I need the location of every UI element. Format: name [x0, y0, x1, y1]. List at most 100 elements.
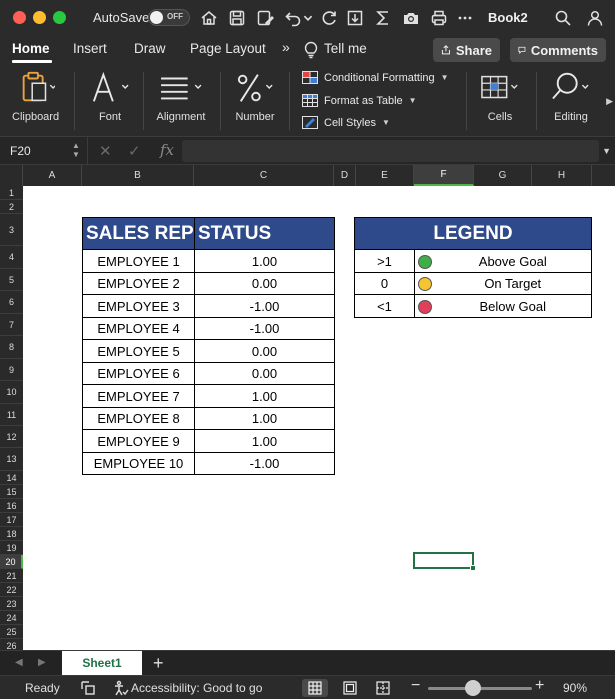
page-break-view-button[interactable] [370, 679, 396, 697]
row-header-14[interactable]: 14 [0, 471, 23, 485]
fill-icon[interactable] [344, 7, 366, 29]
accessibility-icon[interactable] [113, 680, 129, 696]
row-header-25[interactable]: 25 [0, 625, 23, 639]
legend-symbol-cell[interactable]: <1 [354, 294, 415, 318]
status-cell[interactable]: 0.00 [194, 339, 335, 363]
row-header-19[interactable]: 19 [0, 541, 23, 555]
tab-page-layout[interactable]: Page Layout [190, 41, 266, 56]
sales-rep-cell[interactable]: EMPLOYEE 4 [82, 317, 195, 340]
zoom-window-button[interactable] [53, 11, 66, 24]
legend-symbol-cell[interactable]: 0 [354, 272, 415, 295]
add-sheet-icon[interactable]: + [153, 653, 164, 674]
tab-home[interactable]: Home [12, 41, 50, 56]
row-header-12[interactable]: 12 [0, 426, 23, 448]
column-header-a[interactable]: A [23, 165, 82, 186]
alignment-group[interactable]: Alignment [156, 68, 206, 123]
share-button[interactable]: Share [433, 38, 500, 62]
formula-input[interactable] [182, 140, 599, 162]
status-cell[interactable]: 0.00 [194, 272, 335, 295]
insert-function-icon[interactable]: fx [160, 141, 174, 159]
ribbon-scroll-right-icon[interactable]: ▶ [606, 96, 613, 107]
sales-rep-cell[interactable]: EMPLOYEE 6 [82, 362, 195, 385]
row-header-18[interactable]: 18 [0, 527, 23, 541]
cell-styles-button[interactable]: Cell Styles ▼ [302, 116, 390, 129]
column-header-c[interactable]: C [194, 165, 334, 186]
next-sheet-icon[interactable]: ▶ [38, 657, 46, 668]
row-header-7[interactable]: 7 [0, 314, 23, 336]
column-header-b[interactable]: B [82, 165, 194, 186]
zoom-slider-thumb[interactable] [465, 680, 481, 696]
clipboard-group[interactable]: Clipboard [12, 68, 59, 123]
normal-view-button[interactable] [302, 679, 328, 697]
legend-label-cell[interactable]: On Target [434, 272, 592, 295]
column-header-g[interactable]: G [474, 165, 532, 186]
autosum-icon[interactable] [372, 7, 394, 29]
number-group[interactable]: Number [233, 68, 277, 123]
column-header-e[interactable]: E [356, 165, 414, 186]
sales-rep-cell[interactable]: EMPLOYEE 8 [82, 407, 195, 430]
camera-icon[interactable] [400, 7, 422, 29]
row-header-8[interactable]: 8 [0, 336, 23, 359]
row-header-22[interactable]: 22 [0, 583, 23, 597]
search-icon[interactable] [552, 7, 574, 29]
row-header-15[interactable]: 15 [0, 485, 23, 499]
row-header-2[interactable]: 2 [0, 200, 23, 214]
column-header-f[interactable]: F [414, 165, 474, 186]
expand-formula-bar-icon[interactable]: ▼ [602, 146, 611, 156]
sales-rep-cell[interactable]: EMPLOYEE 1 [82, 249, 195, 273]
row-header-24[interactable]: 24 [0, 611, 23, 625]
format-as-table-button[interactable]: Format as Table ▼ [302, 94, 417, 107]
legend-indicator-cell[interactable] [414, 272, 435, 295]
status-cell[interactable]: -1.00 [194, 294, 335, 318]
row-header-6[interactable]: 6 [0, 291, 23, 314]
save-as-icon[interactable] [254, 7, 276, 29]
status-cell[interactable]: 1.00 [194, 429, 335, 453]
sales-rep-cell[interactable]: EMPLOYEE 7 [82, 384, 195, 408]
legend-title[interactable]: LEGEND [354, 217, 592, 250]
autosave-toggle[interactable]: OFF [148, 9, 190, 26]
row-header-11[interactable]: 11 [0, 404, 23, 426]
comments-button[interactable]: Comments [510, 38, 606, 62]
undo-dropdown-chevron-icon[interactable] [302, 7, 314, 29]
sales-rep-cell[interactable]: EMPLOYEE 5 [82, 339, 195, 363]
confirm-formula-icon[interactable]: ✓ [128, 142, 141, 160]
status-cell[interactable]: 1.00 [194, 384, 335, 408]
row-header-4[interactable]: 4 [0, 246, 23, 269]
worksheet-grid[interactable]: ABCDEFGH 1 2 3 4 5 6 7 8 9 10 11 12 13 14 15 16 17 18 19 20… [0, 165, 615, 650]
minimize-window-button[interactable] [33, 11, 46, 24]
name-box[interactable]: F20 ▲ ▼ [0, 137, 88, 165]
legend-label-cell[interactable]: Below Goal [434, 294, 592, 318]
row-header-10[interactable]: 10 [0, 381, 23, 404]
row-header-5[interactable]: 5 [0, 269, 23, 291]
sales-rep-cell[interactable]: EMPLOYEE 3 [82, 294, 195, 318]
undo-icon[interactable] [282, 7, 304, 29]
cancel-formula-icon[interactable]: ✕ [99, 142, 112, 160]
sales-rep-cell[interactable]: EMPLOYEE 10 [82, 452, 195, 475]
editing-group[interactable]: Editing [549, 68, 593, 123]
row-header-23[interactable]: 23 [0, 597, 23, 611]
more-tabs-chevron-icon[interactable]: » [282, 39, 290, 55]
sales-rep-cell[interactable]: EMPLOYEE 2 [82, 272, 195, 295]
column-header-d[interactable]: D [334, 165, 356, 186]
row-header-9[interactable]: 9 [0, 359, 23, 381]
legend-symbol-cell[interactable]: >1 [354, 249, 415, 273]
conditional-formatting-button[interactable]: Conditional Formatting ▼ [302, 71, 449, 84]
legend-label-cell[interactable]: Above Goal [434, 249, 592, 273]
tab-tell-me[interactable]: Tell me [324, 41, 367, 56]
active-cell-selection[interactable] [413, 552, 476, 571]
sheet-tab-sheet1[interactable]: Sheet1 [62, 651, 142, 675]
zoom-level[interactable]: 90% [563, 681, 587, 695]
row-header-1[interactable]: 1 [0, 186, 23, 200]
status-cell[interactable]: 1.00 [194, 249, 335, 273]
row-header-3[interactable]: 3 [0, 214, 23, 246]
page-layout-view-button[interactable] [337, 679, 363, 697]
previous-sheet-icon[interactable]: ◀ [15, 657, 23, 668]
accessibility-status[interactable]: Accessibility: Good to go [131, 681, 262, 695]
row-header-13[interactable]: 13 [0, 448, 23, 471]
status-cell[interactable]: 0.00 [194, 362, 335, 385]
close-window-button[interactable] [13, 11, 26, 24]
zoom-in-button[interactable]: + [535, 677, 544, 695]
row-header-20[interactable]: 20 [0, 555, 23, 569]
font-group[interactable]: Font [88, 68, 132, 123]
status-cell[interactable]: -1.00 [194, 452, 335, 475]
